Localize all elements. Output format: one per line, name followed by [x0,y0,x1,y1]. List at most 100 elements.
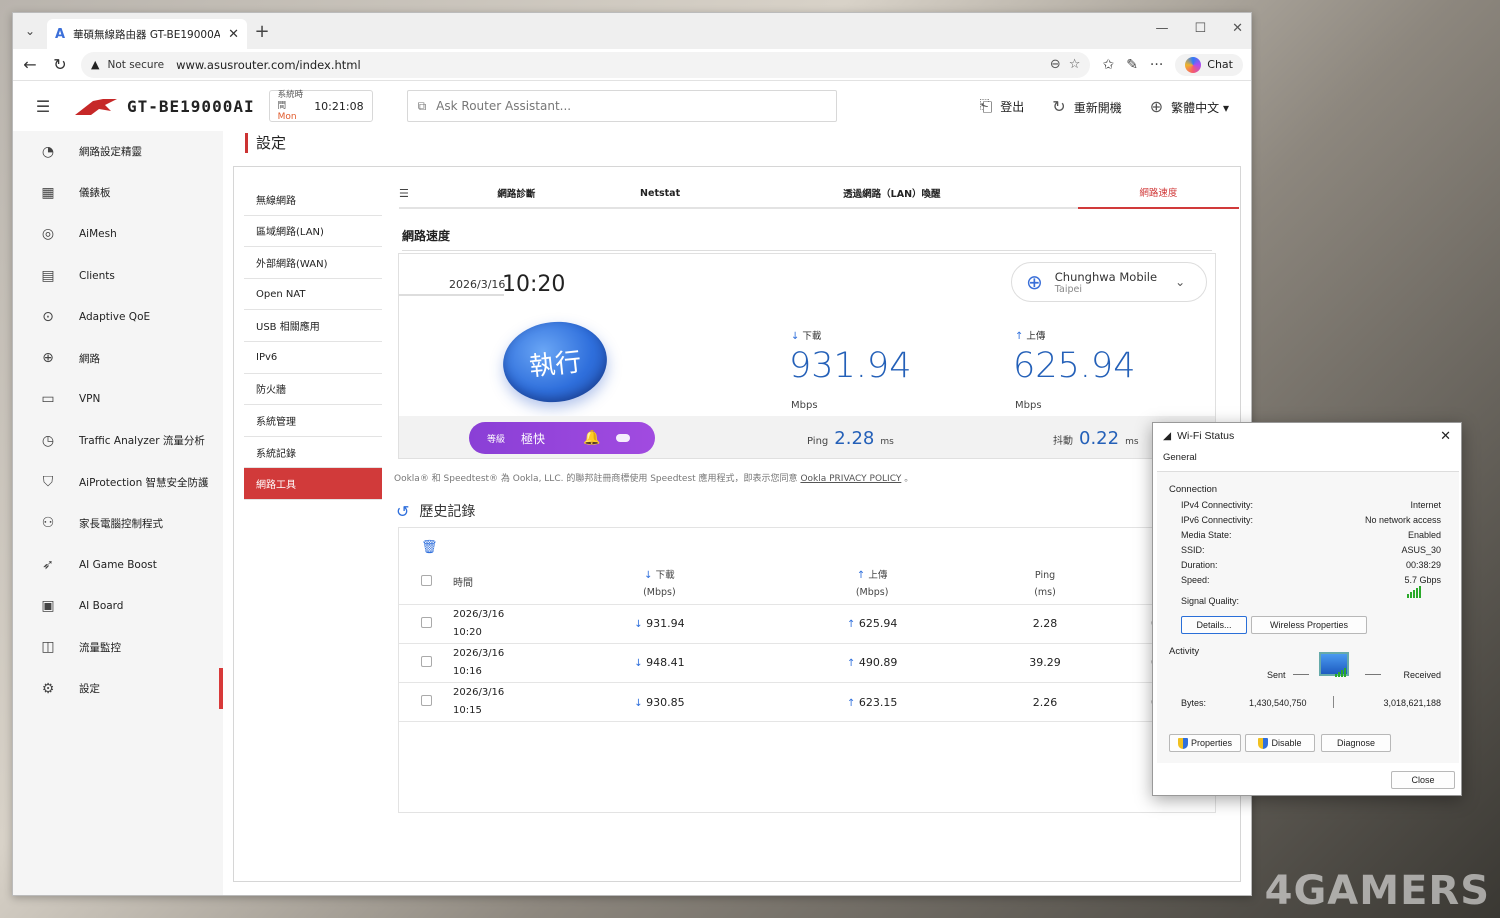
menu-dots-icon[interactable]: ··· [1150,57,1163,73]
hamburger-menu-icon[interactable]: ☰ [13,97,73,116]
sidebar-item-network[interactable]: ⊕ 網路 [13,337,223,378]
chat-label: Chat [1207,58,1233,71]
submenu-firewall[interactable]: 防火牆 [244,374,382,406]
col-download-label: 下載 [655,569,675,581]
close-window-icon[interactable]: ✕ [1232,21,1243,36]
sidebar-item-dashboard[interactable]: ▦ 儀錶板 [13,172,223,213]
col-ping-unit: (ms) [1034,586,1056,598]
maximize-icon[interactable]: ☐ [1194,21,1206,36]
upload-label: ↑ 上傳 [1015,328,1045,342]
tab-wol[interactable]: 透過網路（LAN）喚醒 [706,186,1078,200]
wifi-row: Speed: 5.7 Gbps [1181,575,1441,585]
sidebar-item-vpn[interactable]: ▭ VPN [13,379,223,420]
ping-unit: ms [880,437,894,447]
select-all-checkbox[interactable] [420,575,432,587]
window-controls: — ☐ ✕ [1155,21,1243,36]
tab-list-chevron-icon[interactable]: ⌄ [13,24,47,38]
tab-netstat[interactable]: Netstat [614,188,706,199]
list-icon[interactable]: ☰ [399,187,419,200]
language-select[interactable]: ⊕ 繁體中文 ▾ [1150,97,1229,116]
submenu-wireless[interactable]: 無線網路 [244,184,382,216]
extension-icon[interactable]: ✎ [1126,57,1138,73]
submenu-ipv6[interactable]: IPv6 [244,342,382,374]
upload-arrow-icon: ↑ [856,569,866,581]
sidebar-item-aiprotection[interactable]: ⛉ AiProtection 智慧安全防護 [13,461,223,502]
disable-button[interactable]: Disable [1245,734,1315,752]
back-icon[interactable]: ← [21,55,39,74]
server-select[interactable]: ⊕ Chunghwa Mobile Taipei ⌄ [1011,262,1207,302]
chat-button[interactable]: Chat [1175,53,1243,76]
row-checkbox[interactable] [420,695,432,707]
refresh-icon[interactable]: ↻ [51,55,69,74]
browser-window: ⌄ A 華碩無線路由器 GT-BE19000AI ✕ + — ☐ ✕ ← ↻ ▲… [12,12,1252,896]
close-button[interactable]: Close [1391,771,1455,789]
submenu-syslog[interactable]: 系統記錄 [244,437,382,469]
tab-diagnostics[interactable]: 網路診斷 [419,186,615,200]
sidebar: ◔ 網路設定精靈 ▦ 儀錶板 ◎ AiMesh ▤ Clients ⊙ Adaptive … [13,131,223,895]
sidebar-item-wizard[interactable]: ◔ 網路設定精靈 [13,131,223,172]
favorite-star-icon[interactable]: ☆ [1069,57,1081,72]
security-label[interactable]: Not secure [107,59,164,71]
download-label: ↓ 下載 [791,328,821,342]
favorites-icon[interactable]: ✩ [1102,57,1114,73]
row-checkbox[interactable] [420,655,432,667]
download-arrow-icon: ↓ [634,658,643,670]
wifi-row-key: IPv4 Connectivity: [1181,500,1254,510]
submenu-open-nat[interactable]: Open NAT [244,279,382,311]
reboot-button[interactable]: ↻ 重新開機 [1052,97,1121,116]
browser-tab[interactable]: A 華碩無線路由器 GT-BE19000AI ✕ [47,19,247,49]
upload-unit: Mbps [1015,400,1042,411]
wireless-properties-button[interactable]: Wireless Properties [1251,616,1367,634]
sidebar-item-aiboard[interactable]: ▣ AI Board [13,585,223,626]
diagnose-button[interactable]: Diagnose [1321,734,1391,752]
sidebar-item-parental[interactable]: ⚇ 家長電腦控制程式 [13,503,223,544]
tab-speedtest[interactable]: 網路速度 [1077,179,1239,209]
sidebar-item-monitor[interactable]: ◫ 流量監控 [13,627,223,668]
wifi-row-value: No network access [1364,515,1441,525]
router-assistant-input[interactable]: ⧉ Ask Router Assistant... [406,90,837,122]
submenu-lan[interactable]: 區域網路(LAN) [244,216,382,248]
gauge-icon: ◔ [41,143,55,160]
close-tab-icon[interactable]: ✕ [228,27,239,42]
new-tab-icon[interactable]: + [247,21,277,42]
sys-time: 10:21:08 [314,99,364,113]
sidebar-item-qos[interactable]: ⊙ Adaptive QoE [13,296,223,337]
bell-icon[interactable]: 🔔 [583,430,600,446]
sidebar-item-settings[interactable]: ⚙ 設定 [13,667,223,710]
row-checkbox[interactable] [420,616,432,628]
submenu-usb[interactable]: USB 相關應用 [244,310,382,342]
grade-pill[interactable]: 等級 極快 🔔 [469,422,655,454]
ookla-text: Ookla® 和 Speedtest® 為 Ookla, LLC. 的聯邦註冊商… [394,474,798,484]
download-arrow-icon: ↓ [644,569,653,581]
sidebar-item-clients[interactable]: ▤ Clients [13,255,223,296]
row-upload: 623.15 [858,695,898,709]
run-test-button[interactable]: 執行 [499,316,611,408]
logout-button[interactable]: ⎗ 登出 [979,96,1024,116]
row-download: 948.41 [646,656,685,670]
sidebar-item-traffic[interactable]: ◷ Traffic Analyzer 流量分析 [13,420,223,461]
submenu-admin[interactable]: 系統管理 [244,405,382,437]
globe-icon: ⊕ [42,350,54,367]
more-icon[interactable] [616,434,631,442]
url-box[interactable]: ▲ Not secure www.asusrouter.com/index.ht… [81,51,1091,78]
wifi-tab-general[interactable]: General [1163,449,1461,467]
history-table: 時間 ↓ 下載(Mbps) ↑ 上傳(Mbps) Ping(ms) 抖動(ms)… [399,564,1215,723]
more-options-circle-icon[interactable]: ⊖ [1050,57,1061,72]
properties-button[interactable]: Properties [1169,734,1241,752]
jitter-readout: 抖動 0.22 ms [1053,428,1139,449]
connection-group-label: Connection [1169,484,1218,495]
minimize-icon[interactable]: — [1155,21,1168,36]
sidebar-item-aimesh[interactable]: ◎ AiMesh [13,214,223,255]
sidebar-item-gameboost[interactable]: ➶ AI Game Boost [13,544,223,585]
ookla-privacy-link[interactable]: Ookla PRIVACY POLICY [800,474,901,484]
properties-label: Properties [1190,738,1233,748]
url-text[interactable]: www.asusrouter.com/index.html [176,58,1042,72]
activity-group-label: Activity [1169,646,1200,657]
close-icon[interactable]: ✕ [1440,428,1451,444]
submenu-network-tools[interactable]: 網路工具 [244,468,382,500]
admin-shield-icon [1258,737,1269,749]
history-card: 🗑 時間 ↓ 下載(Mbps) ↑ 上傳(Mbps) Ping(ms) 抖動(m… [398,527,1216,813]
submenu-wan[interactable]: 外部網路(WAN) [244,247,382,279]
trash-icon[interactable]: 🗑 [421,540,438,555]
details-button[interactable]: Details... [1181,616,1247,634]
